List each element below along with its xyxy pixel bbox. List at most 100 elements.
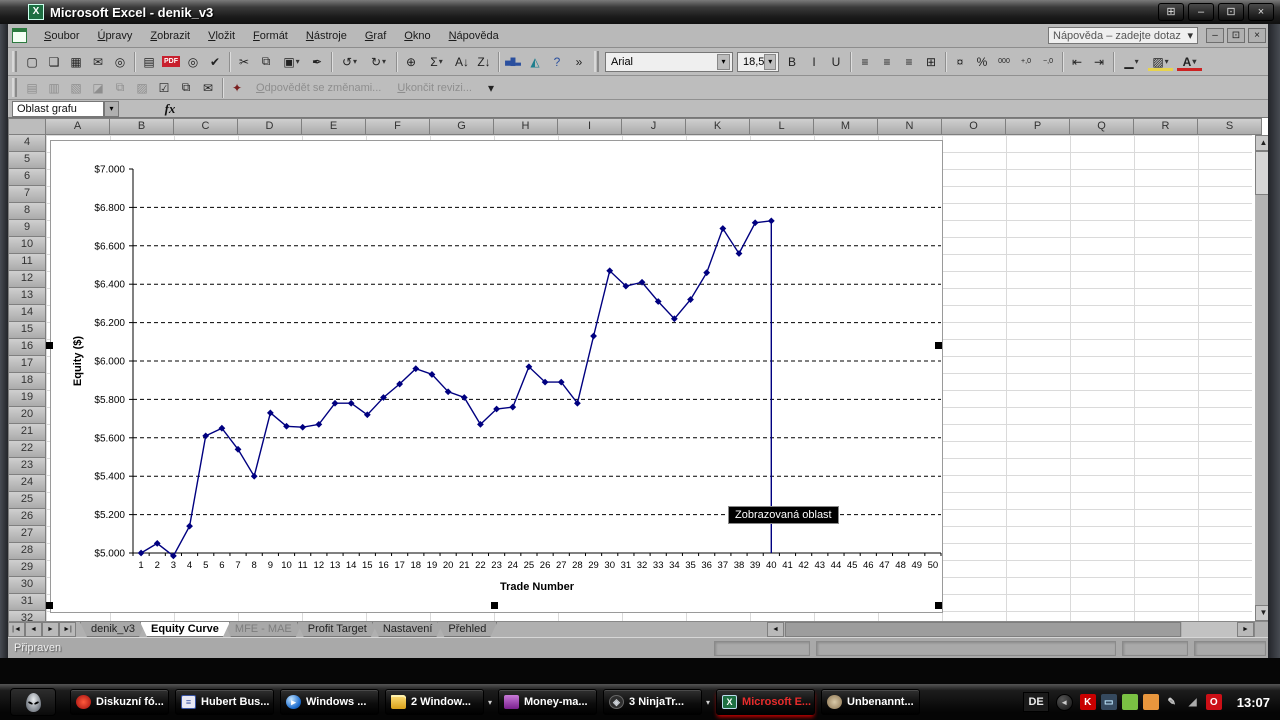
sort-asc-icon[interactable]: A↓ — [452, 52, 472, 72]
picture-icon-1[interactable]: ▤ — [22, 78, 42, 98]
column-header-B[interactable]: B — [110, 118, 174, 135]
row-header-16[interactable]: 16 — [8, 339, 46, 356]
borders-button[interactable]: ▁ ▾ — [1118, 52, 1145, 72]
hyperlink-icon[interactable]: ⊕ — [401, 52, 421, 72]
increase-indent-button[interactable]: ⇥ — [1089, 52, 1109, 72]
picture-icon-4[interactable]: ◪ — [88, 78, 108, 98]
row-header-22[interactable]: 22 — [8, 441, 46, 458]
checkbox-icon[interactable]: ☑ — [154, 78, 174, 98]
prev-sheet-button[interactable]: ◄ — [25, 622, 42, 637]
taskbar-button-gimp[interactable]: Unbenannt... — [821, 689, 921, 715]
column-header-J[interactable]: J — [622, 118, 686, 135]
scroll-left-icon[interactable]: ◄ — [767, 622, 784, 637]
taskbar-button-ninja[interactable]: ◈ 3 NinjaTr... — [603, 689, 703, 715]
opera-icon[interactable]: O — [1205, 694, 1222, 710]
row-header-5[interactable]: 5 — [8, 152, 46, 169]
redo-icon[interactable]: ↻ ▾ — [365, 52, 392, 72]
menu-okno[interactable]: Okno — [395, 27, 439, 45]
new-icon[interactable]: ▢ — [22, 52, 42, 72]
row-header-25[interactable]: 25 — [8, 492, 46, 509]
row-header-14[interactable]: 14 — [8, 305, 46, 322]
bold-button[interactable]: B — [782, 52, 802, 72]
taskbar-button-wmp[interactable]: ▸ Windows ... — [280, 689, 379, 715]
selection-handle-bottom-left[interactable] — [46, 602, 53, 609]
restore-button[interactable]: ⊡ — [1218, 3, 1244, 21]
align-center-button[interactable]: ≡ — [877, 52, 897, 72]
row-header-4[interactable]: 4 — [8, 135, 46, 152]
column-header-D[interactable]: D — [238, 118, 302, 135]
row-header-15[interactable]: 15 — [8, 322, 46, 339]
menu-vlozit[interactable]: Vložit — [199, 27, 244, 45]
autosum-icon[interactable]: Σ ▾ — [423, 52, 450, 72]
row-header-12[interactable]: 12 — [8, 271, 46, 288]
horizontal-scroll-thumb[interactable] — [785, 622, 1181, 637]
email-icon[interactable]: ✉ — [88, 52, 108, 72]
row-header-31[interactable]: 31 — [8, 594, 46, 611]
cut-icon[interactable]: ✂ — [234, 52, 254, 72]
menu-zobrazit[interactable]: Zobrazit — [141, 27, 199, 45]
chevron-down-icon[interactable]: ▾ — [717, 53, 730, 70]
minimize-button[interactable]: – — [1188, 3, 1214, 21]
search-icon[interactable]: ◎ — [110, 52, 130, 72]
end-review-button[interactable]: Ukončit revizi... — [397, 82, 472, 94]
underline-button[interactable]: U — [826, 52, 846, 72]
align-right-button[interactable]: ≡ — [899, 52, 919, 72]
row-header-20[interactable]: 20 — [8, 407, 46, 424]
column-header-N[interactable]: N — [878, 118, 942, 135]
language-indicator[interactable]: DE — [1023, 692, 1049, 712]
copy-sheet-icon[interactable]: ⧉ — [176, 78, 196, 98]
reply-with-changes-button[interactable]: Odpovědět se změnami... — [256, 82, 381, 94]
sheet-tab-mfe-mae[interactable]: MFE - MAE — [224, 622, 303, 637]
sheet-tab-profit-target[interactable]: Profit Target — [297, 622, 378, 637]
column-header-H[interactable]: H — [494, 118, 558, 135]
column-header-Q[interactable]: Q — [1070, 118, 1134, 135]
italic-button[interactable]: I — [804, 52, 824, 72]
menu-graf[interactable]: Graf — [356, 27, 395, 45]
row-header-6[interactable]: 6 — [8, 169, 46, 186]
taskbar-button-forum[interactable]: Diskuzní fó... — [70, 689, 169, 715]
picture-icon-2[interactable]: ▥ — [44, 78, 64, 98]
last-sheet-button[interactable]: ►| — [59, 622, 76, 637]
row-header-30[interactable]: 30 — [8, 577, 46, 594]
row-header-21[interactable]: 21 — [8, 424, 46, 441]
chevron-down-icon[interactable]: ▾ — [764, 53, 776, 70]
menu-nastroje[interactable]: Nástroje — [297, 27, 356, 45]
taskbar-button-money[interactable]: Money-ma... — [498, 689, 598, 715]
drawing-icon[interactable]: ◭ — [525, 52, 545, 72]
doc-restore-button[interactable]: ⊡ — [1227, 28, 1245, 43]
horizontal-scroll-track[interactable] — [1182, 622, 1237, 637]
close-button[interactable]: × — [1248, 3, 1274, 21]
selection-handle-bottom-right[interactable] — [935, 602, 942, 609]
picture-icon-5[interactable]: ⧉ — [110, 78, 130, 98]
toolbar-grip[interactable] — [12, 50, 17, 73]
row-header-28[interactable]: 28 — [8, 543, 46, 560]
window-flag-button[interactable]: ⊞ — [1158, 3, 1184, 21]
track-changes-icon[interactable]: ✦ — [227, 78, 247, 98]
taskbar-button-excel[interactable]: X Microsoft E... — [716, 689, 816, 715]
save-icon[interactable]: ▦ — [66, 52, 86, 72]
paste-icon[interactable]: ▣ ▾ — [278, 52, 305, 72]
contact-icon[interactable] — [1142, 694, 1159, 710]
sheet-tab-equity-curve[interactable]: Equity Curve — [140, 622, 230, 637]
help-search-box[interactable]: Nápověda – zadejte dotaz ▾ — [1048, 27, 1198, 44]
chevron-down-icon[interactable]: ▾ — [1187, 29, 1193, 42]
workbook-icon[interactable] — [12, 28, 27, 43]
column-header-L[interactable]: L — [750, 118, 814, 135]
column-header-I[interactable]: I — [558, 118, 622, 135]
percent-button[interactable]: % — [972, 52, 992, 72]
row-header-7[interactable]: 7 — [8, 186, 46, 203]
row-header-17[interactable]: 17 — [8, 356, 46, 373]
print-preview-icon[interactable]: ◎ — [183, 52, 203, 72]
column-header-C[interactable]: C — [174, 118, 238, 135]
row-header-29[interactable]: 29 — [8, 560, 46, 577]
sheet-tab-p-ehled[interactable]: Přehled — [437, 622, 497, 637]
format-painter-icon[interactable]: ✒ — [307, 52, 327, 72]
merge-center-button[interactable]: ⊞ — [921, 52, 941, 72]
row-header-18[interactable]: 18 — [8, 373, 46, 390]
undo-icon[interactable]: ↺ ▾ — [336, 52, 363, 72]
horizontal-scrollbar[interactable]: ◄ ► — [767, 622, 1272, 637]
pdf-icon[interactable]: PDF — [161, 52, 181, 72]
copy-icon[interactable]: ⧉ — [256, 52, 276, 72]
doc-minimize-button[interactable]: – — [1206, 28, 1224, 43]
help-icon[interactable]: ? — [547, 52, 567, 72]
